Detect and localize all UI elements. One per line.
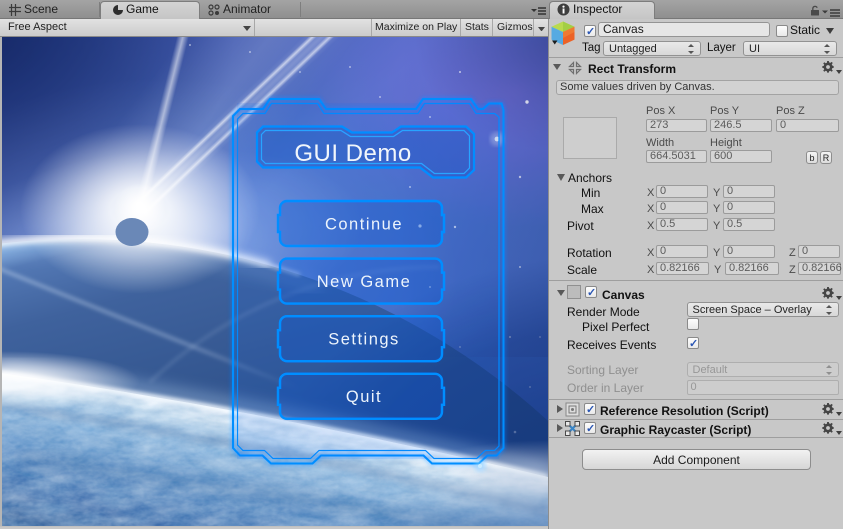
svg-text:Continue: Continue xyxy=(325,216,403,234)
svg-text:Quit: Quit xyxy=(346,388,382,406)
svg-text:New Game: New Game xyxy=(317,273,412,291)
svg-text:Settings: Settings xyxy=(328,331,400,349)
svg-text:GUI Demo: GUI Demo xyxy=(294,140,411,167)
